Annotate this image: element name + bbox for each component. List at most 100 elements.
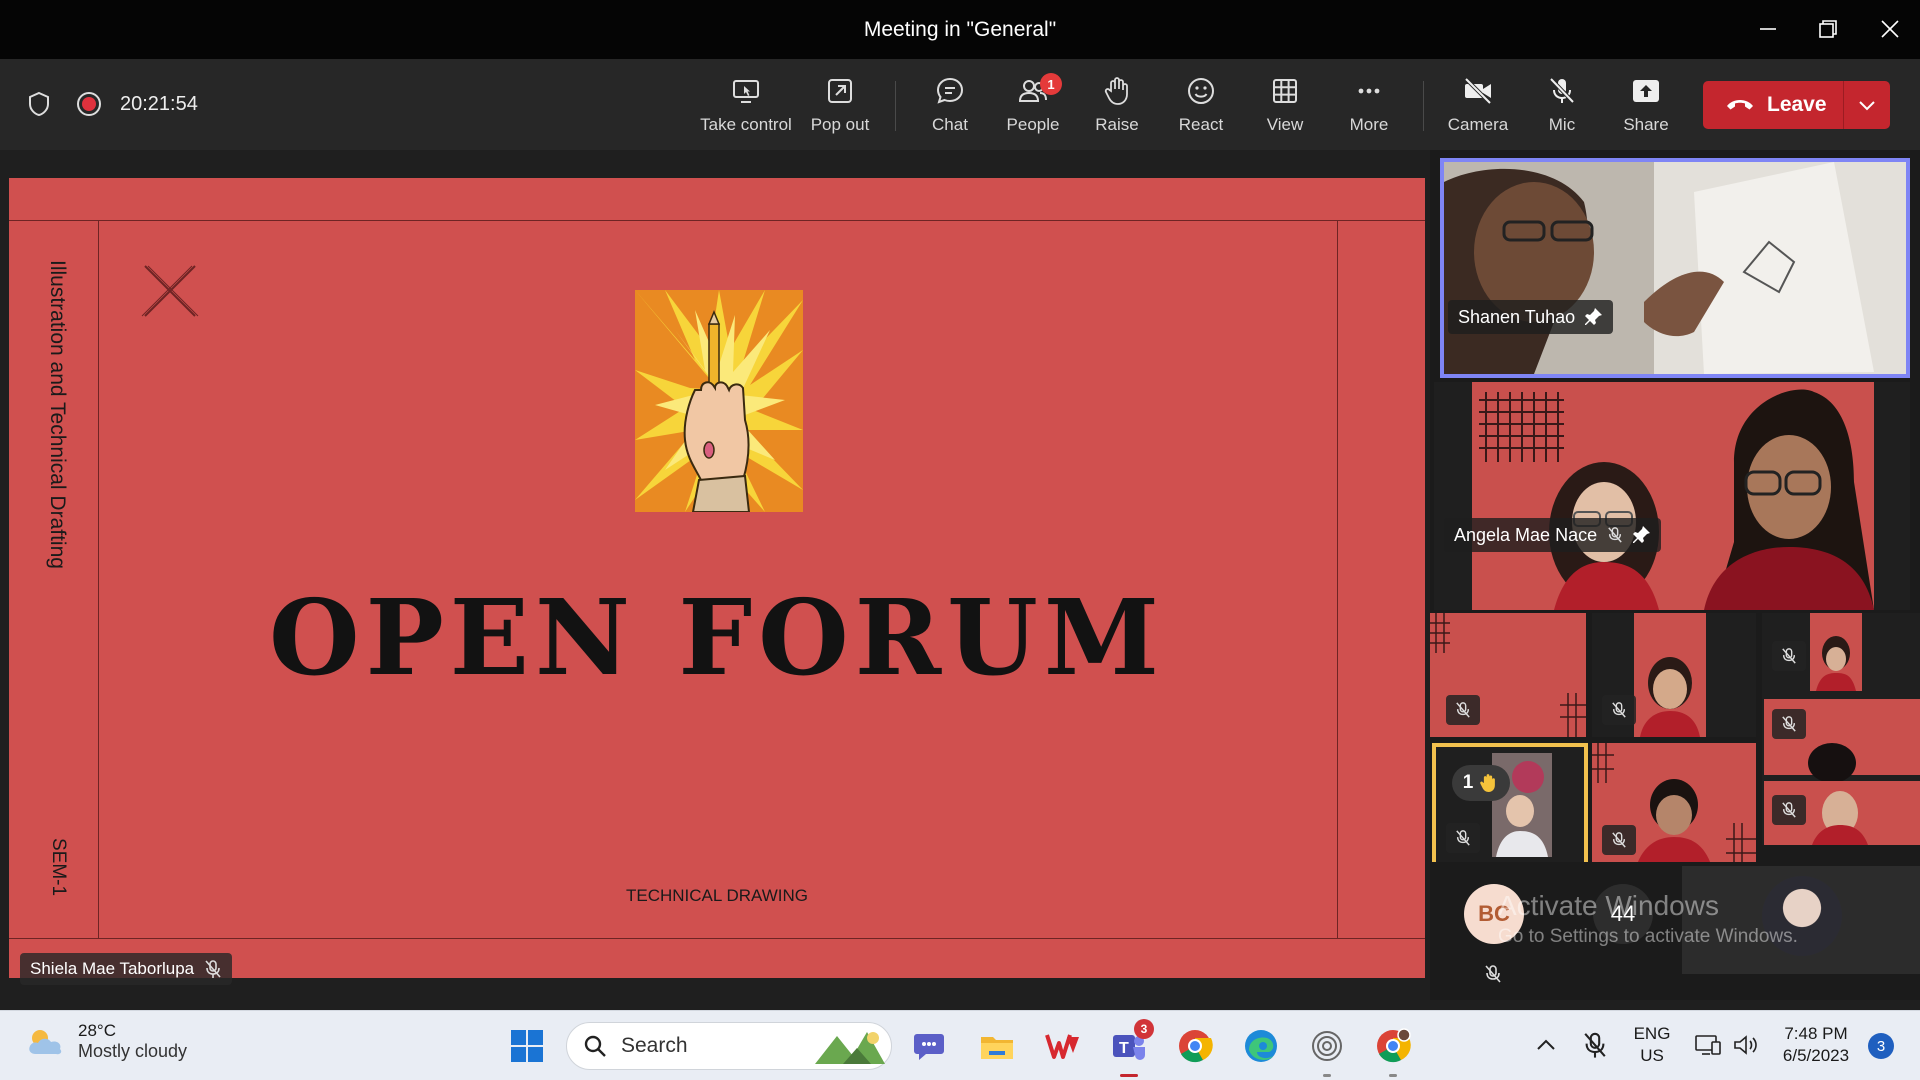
slide-divider xyxy=(9,938,1425,939)
pop-out-button[interactable]: Pop out xyxy=(800,73,880,139)
overflow-participants-row: BC 44 Activate Windows Go to Settings to… xyxy=(1430,862,1920,1000)
chevron-up-icon[interactable] xyxy=(1536,1037,1556,1053)
taskbar-file-explorer[interactable] xyxy=(976,1025,1018,1067)
presenter-name-tag: Shiela Mae Taborlupa xyxy=(20,953,233,985)
raise-hand-button[interactable]: Raise xyxy=(1077,73,1157,139)
restore-button[interactable] xyxy=(1808,10,1848,48)
react-button[interactable]: React xyxy=(1161,73,1241,139)
slide-side-text: Illustration and Technical Drafting xyxy=(46,260,69,569)
minimize-button[interactable] xyxy=(1748,10,1788,48)
signal-app-icon xyxy=(1312,1031,1342,1061)
participant-video-tile[interactable] xyxy=(1592,613,1756,737)
teams-badge: 3 xyxy=(1134,1019,1154,1039)
pop-out-label: Pop out xyxy=(810,115,870,134)
window-title: Meeting in "General" xyxy=(863,18,1057,41)
close-button[interactable] xyxy=(1870,10,1910,48)
participant-video-tile[interactable]: Shanen Tuhao xyxy=(1440,158,1910,378)
mute-indicator xyxy=(1772,709,1806,739)
notification-badge[interactable]: 3 xyxy=(1868,1033,1894,1059)
mic-off-icon xyxy=(1612,832,1626,848)
mic-off-icon xyxy=(1608,527,1622,543)
participant-video-tile[interactable] xyxy=(1430,613,1586,737)
leave-button[interactable]: Leave xyxy=(1703,93,1843,117)
mute-indicator xyxy=(1446,695,1480,725)
participant-video-tile[interactable]: Angela Mae Nace xyxy=(1434,382,1910,610)
raised-hand-order: 1 xyxy=(1462,772,1474,793)
taskbar-vpn-app[interactable] xyxy=(1306,1025,1348,1077)
chat-label: Chat xyxy=(932,115,968,134)
pencil-hand-illustration xyxy=(635,290,803,512)
people-label: People xyxy=(1006,115,1060,134)
taskbar-teams[interactable]: T 3 xyxy=(1108,1019,1154,1077)
view-button[interactable]: View xyxy=(1245,73,1325,139)
chevron-down-icon xyxy=(1859,101,1875,111)
raised-hand-participant-tile[interactable]: 1 xyxy=(1432,743,1588,867)
mute-indicator xyxy=(1772,641,1806,671)
search-icon xyxy=(584,1035,606,1057)
windows-logo-icon xyxy=(511,1030,543,1062)
leave-options-button[interactable] xyxy=(1844,99,1890,111)
chat-button[interactable]: Chat xyxy=(910,73,990,139)
take-control-button[interactable]: Take control xyxy=(700,73,792,139)
mic-off-icon[interactable] xyxy=(1582,1031,1608,1059)
presenter-name: Shiela Mae Taborlupa xyxy=(30,959,195,978)
pop-out-icon xyxy=(828,79,852,103)
slide-subtitle: TECHNICAL DRAWING xyxy=(626,886,808,905)
camera-button[interactable]: Camera xyxy=(1438,73,1518,139)
take-control-icon xyxy=(733,80,759,103)
participant-video-tile[interactable] xyxy=(1592,743,1756,867)
mic-button[interactable]: Mic xyxy=(1522,73,1602,139)
activate-windows-watermark: Activate Windows xyxy=(1498,890,1719,921)
participant-video-feed xyxy=(1444,162,1906,374)
clock-time: 7:48 PM xyxy=(1784,1024,1848,1043)
cloud-icon xyxy=(29,1029,62,1054)
taskbar-chrome-profile[interactable] xyxy=(1372,1025,1414,1077)
search-highlight-illustration xyxy=(815,1032,885,1064)
running-app-indicator xyxy=(1389,1074,1397,1077)
volume-icon[interactable] xyxy=(1732,1033,1760,1057)
take-control-label: Take control xyxy=(700,115,792,134)
smiley-icon xyxy=(1188,78,1214,104)
wps-office-icon xyxy=(1045,1034,1079,1059)
taskbar-chrome[interactable] xyxy=(1174,1025,1216,1067)
running-app-indicator xyxy=(1323,1074,1331,1077)
search-placeholder: Search xyxy=(621,1034,688,1057)
share-button[interactable]: Share xyxy=(1606,73,1686,139)
start-button[interactable] xyxy=(506,1025,548,1067)
taskbar-wps-office[interactable] xyxy=(1042,1025,1084,1067)
mute-indicator xyxy=(1446,823,1480,853)
taskbar-chat-app[interactable] xyxy=(908,1025,950,1067)
shared-content-stage: Illustration and Technical Drafting SEM-… xyxy=(0,150,1430,1000)
taskbar-edge[interactable] xyxy=(1240,1025,1282,1067)
participant-tile-stack xyxy=(1762,613,1920,845)
active-app-indicator xyxy=(1120,1074,1138,1077)
cross-decoration-icon xyxy=(141,265,199,317)
folder-icon xyxy=(981,1037,1013,1059)
mic-off-icon xyxy=(1782,716,1796,732)
leave-label: Leave xyxy=(1767,93,1827,116)
pin-icon xyxy=(1585,308,1603,325)
network-icon[interactable] xyxy=(1694,1033,1722,1057)
taskbar-search[interactable]: Search xyxy=(566,1022,892,1070)
mic-off-icon xyxy=(1612,702,1626,718)
more-button[interactable]: More xyxy=(1329,73,1409,139)
meeting-timer: 20:21:54 xyxy=(120,93,198,115)
mute-indicator xyxy=(1772,795,1806,825)
people-button[interactable]: People 1 xyxy=(993,73,1073,139)
react-label: React xyxy=(1178,115,1224,134)
svg-text:T: T xyxy=(1119,1040,1129,1057)
recording-dot-icon xyxy=(82,97,96,111)
shield-icon xyxy=(29,91,49,117)
weather-widget[interactable]: 28°C Mostly cloudy xyxy=(26,1021,187,1062)
clock[interactable]: 7:48 PM 6/5/2023 xyxy=(1774,1023,1858,1067)
windows-taskbar: 28°C Mostly cloudy Search T 3 ENG US 7:4… xyxy=(0,1010,1920,1080)
mic-off-icon xyxy=(1456,702,1470,718)
language-region: US xyxy=(1640,1046,1664,1065)
mic-off-icon xyxy=(1456,830,1470,846)
raise-hand-icon xyxy=(1480,774,1496,792)
chat-icon xyxy=(936,77,964,104)
participant-video-feed xyxy=(1434,382,1910,610)
more-icon xyxy=(1358,88,1380,94)
weather-temperature: 28°C xyxy=(78,1021,116,1040)
language-indicator[interactable]: ENG US xyxy=(1630,1023,1674,1067)
